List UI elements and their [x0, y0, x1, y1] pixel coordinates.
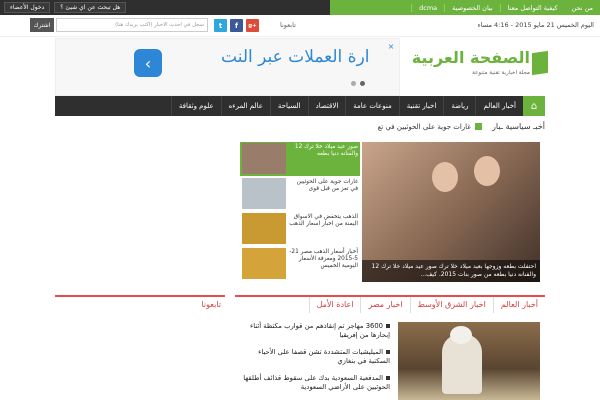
- top-link-privacy[interactable]: بيان الخصوصية: [444, 3, 500, 12]
- ticker-bullet-icon: [474, 123, 482, 130]
- ad-text: ارة العملات عبر النت: [221, 47, 370, 67]
- list-item[interactable]: المدفعية السعودية بدك على سقوط قذائف أطل…: [240, 374, 390, 392]
- newsletter-input[interactable]: سجل في احدث الاخبار (اكتب بريدك هنا): [56, 18, 208, 32]
- top-link-about[interactable]: من نحن: [565, 4, 600, 12]
- top-link-contact[interactable]: كيفية التواصل معنا: [499, 3, 565, 12]
- list-item[interactable]: 3600 مهاجر تم إنقاذهم من قوارب مكتظة أثن…: [240, 322, 390, 340]
- twitter-icon[interactable]: t: [214, 19, 227, 32]
- person-figure: [432, 162, 458, 192]
- news-title[interactable]: المدفعية السعودية بدك على سقوط قذائف أطل…: [243, 374, 390, 391]
- featured-thumb: [242, 143, 286, 174]
- bullet-icon: [386, 324, 390, 328]
- featured-item[interactable]: صور عيد ميلاد خلا ترك 12 والفنانه دنيا ب…: [240, 142, 360, 176]
- googleplus-icon[interactable]: g+: [246, 19, 259, 32]
- carousel-dots: [351, 81, 365, 86]
- news-ticker: أخبـ سياسية ـبار غارات جوية على الحوثيين…: [55, 120, 545, 133]
- home-icon[interactable]: ⌂: [523, 96, 545, 116]
- tab-restoring-hope[interactable]: اعادة الأمل: [308, 297, 361, 313]
- logo-mark-icon: [532, 50, 548, 76]
- nav-item-economy[interactable]: الاقتصاد: [307, 96, 346, 116]
- facebook-icon[interactable]: f: [230, 19, 243, 32]
- nav-item-women[interactable]: عالم المرءه: [220, 96, 270, 116]
- social-links: t f g+: [214, 19, 259, 32]
- follow-widget-title: تابعونا: [201, 300, 221, 309]
- news-title[interactable]: 3600 مهاجر تم إنقاذهم من قوارب مكتظة أثن…: [250, 322, 390, 339]
- featured-list: صور عيد ميلاد خلا ترك 12 والفنانه دنيا ب…: [240, 142, 360, 282]
- bullet-icon: [386, 376, 390, 380]
- featured-item[interactable]: الذهب يتخفض في الاسواق اليمنة من اخبار ا…: [240, 212, 360, 245]
- person-head: [450, 326, 472, 344]
- featured-item[interactable]: أخبار أسعار الذهب مصر 21-5-2015 ومعرفة ا…: [240, 247, 360, 280]
- subscribe-button[interactable]: اشترك: [30, 18, 54, 32]
- site-logo[interactable]: الصفحة العربية مجلة اخبارية تقنية متنوعة: [412, 48, 548, 90]
- nav-item-tech[interactable]: اخبار تقنية: [398, 96, 444, 116]
- person-figure: [474, 156, 500, 186]
- ad-banner[interactable]: × ‹ ارة العملات عبر النت: [55, 38, 400, 96]
- bullet-icon: [386, 350, 390, 354]
- follow-widget: تابعونا: [55, 295, 225, 313]
- chevron-left-icon[interactable]: ‹: [134, 49, 162, 77]
- carousel-dot-active[interactable]: [360, 81, 365, 86]
- login-button[interactable]: دخول الأعضاء: [4, 2, 51, 13]
- featured-thumb: [242, 213, 286, 244]
- featured-item-title[interactable]: الذهب يتخفض في الاسواق اليمنة من اخبار ا…: [288, 214, 358, 228]
- carousel-dot[interactable]: [351, 81, 356, 86]
- close-icon[interactable]: ×: [386, 42, 396, 52]
- featured-item[interactable]: غارات جوية على الحوثيين في تعز من قبل قو…: [240, 177, 360, 210]
- top-link-dcma[interactable]: dcma: [411, 3, 444, 12]
- section-tabs: أخبار العالم اخبار الشرق الأوسط اخبار مص…: [235, 295, 545, 313]
- featured-item-title[interactable]: أخبار أسعار الذهب مصر 21-5-2015 ومعرفة ا…: [288, 249, 358, 270]
- featured-caption[interactable]: احتفلت بطعه وزوجها بعيد ميلاد خلا ترك صو…: [362, 260, 540, 282]
- nav-item-tourism[interactable]: السياحة: [269, 96, 308, 116]
- header: × ‹ ارة العملات عبر النت الصفحة العربية …: [0, 38, 600, 96]
- nav-item-science[interactable]: علوم وثقافة: [170, 96, 221, 116]
- nav-item-sports[interactable]: رياضة: [443, 96, 475, 116]
- ticker-headline[interactable]: غارات جوية على الحوثيين في تع: [378, 123, 471, 131]
- list-item[interactable]: الميليشيات المتشددة تشن قصفا على الأحياء…: [240, 348, 390, 366]
- current-date: اليوم الخميس 21 مايو 2015 - 4:16 مساء: [477, 21, 594, 29]
- top-links: من نحن كيفية التواصل معنا بيان الخصوصية …: [330, 0, 600, 15]
- tab-egypt[interactable]: اخبار مصر: [360, 297, 409, 313]
- main-nav: ⌂ أخبار العالم رياضة اخبار تقنية منوعات …: [55, 96, 545, 116]
- featured-thumb: [242, 178, 286, 209]
- featured-item-title[interactable]: صور عيد ميلاد خلا ترك 12 والفنانه دنيا ب…: [288, 144, 358, 158]
- top-actions: دخول الأعضاء هل تبحث عن اي شيئ ؟: [4, 2, 127, 13]
- news-title[interactable]: الميليشيات المتشددة تشن قصفا على الأحياء…: [258, 348, 390, 365]
- ticker-title: أخبـ سياسية ـبار: [491, 122, 545, 131]
- tab-middle-east[interactable]: اخبار الشرق الأوسط: [409, 297, 493, 313]
- news-image[interactable]: [398, 322, 540, 400]
- featured-thumb: [242, 248, 286, 279]
- follow-label: تابعونا: [280, 21, 296, 29]
- logo-tagline: مجلة اخبارية تقنية متنوعة: [472, 70, 530, 76]
- featured-main-image[interactable]: احتفلت بطعه وزوجها بعيد ميلاد خلا ترك صو…: [362, 142, 540, 282]
- search-toggle-button[interactable]: هل تبحث عن اي شيئ ؟: [54, 2, 127, 13]
- featured-item-title[interactable]: غارات جوية على الحوثيين في تعز من قبل قو…: [288, 179, 358, 193]
- nav-item-world[interactable]: أخبار العالم: [475, 96, 523, 116]
- tab-world[interactable]: أخبار العالم: [492, 297, 545, 313]
- nav-item-misc[interactable]: منوعات عامة: [345, 96, 398, 116]
- top-bar: من نحن كيفية التواصل معنا بيان الخصوصية …: [0, 0, 600, 15]
- logo-name: الصفحة العربية: [411, 48, 530, 67]
